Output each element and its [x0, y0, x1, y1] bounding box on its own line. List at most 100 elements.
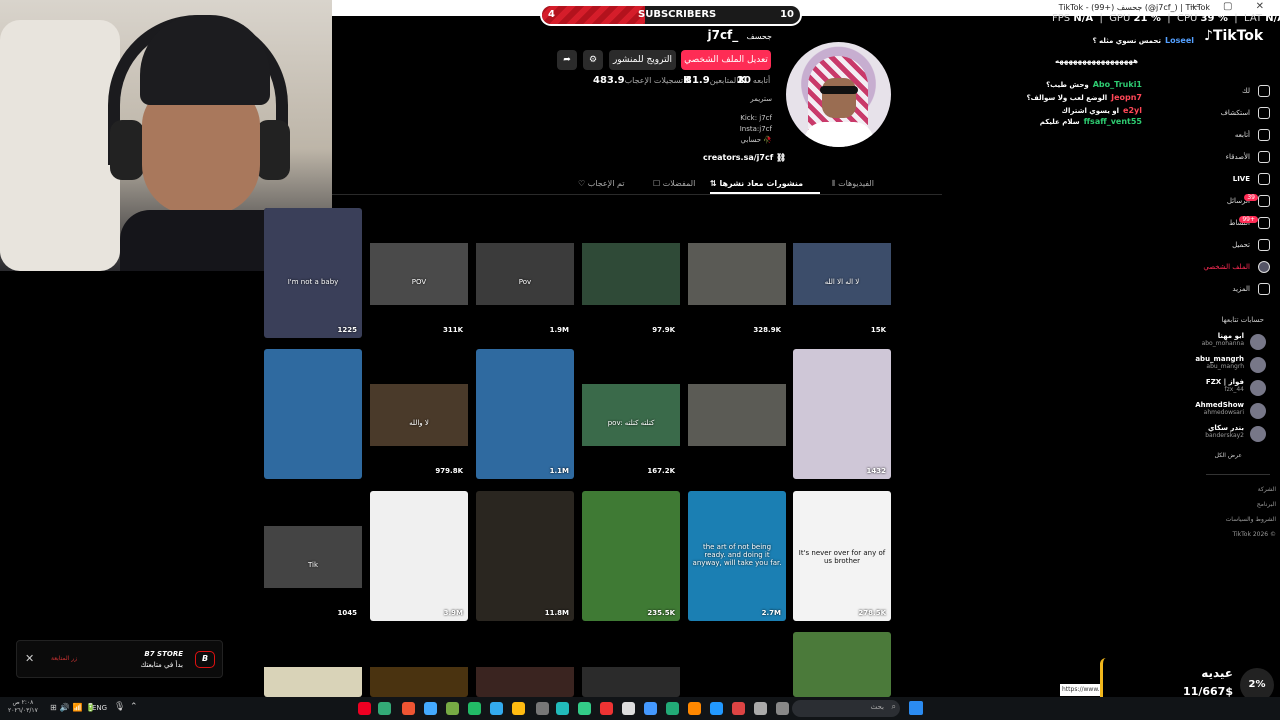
nav-icon [1258, 217, 1270, 229]
video-tile[interactable] [476, 632, 574, 697]
notify-message: بدأ في متابعتك [140, 661, 183, 669]
taskbar: ٢:٠٨ ص ٢٠٢٦/٠٣/١٧ ⊞🔊📶🔋 ENG 🎙 ⌃ بحث ⌕ [0, 697, 1280, 720]
edit-profile-button[interactable]: تعديل الملف الشخصي [681, 50, 771, 70]
view-count: 2.7M [761, 609, 781, 617]
video-tile[interactable]: I'm not a baby 1225 [264, 208, 362, 338]
following-account[interactable]: بندر سكاي banderskay2 [1166, 424, 1266, 446]
sidebar-item[interactable]: استكشاف [1170, 105, 1270, 121]
taskbar-app-icon[interactable] [424, 702, 437, 715]
view-count: 328.9K [753, 326, 781, 334]
taskbar-app-icon[interactable] [666, 702, 679, 715]
taskbar-app-icon[interactable] [556, 702, 569, 715]
notify-brand: B7 STORE [144, 650, 183, 658]
video-tile[interactable]: 235.5K [582, 491, 680, 621]
profile-avatar[interactable] [786, 42, 891, 147]
chat-message: تحمس نسوي مثله ؟ Loseel [1092, 36, 1194, 45]
sidebar-item[interactable]: تحميل [1170, 237, 1270, 253]
nav-icon [1258, 239, 1270, 251]
video-tile[interactable]: POV 311K [370, 208, 468, 338]
video-tile[interactable] [688, 349, 786, 479]
video-thumbnail [370, 667, 468, 697]
video-tile[interactable]: It's never over for any of us brother 278… [793, 491, 891, 621]
taskbar-app-icon[interactable] [536, 702, 549, 715]
video-tile[interactable]: pov: كتلته كتلته 167.2K [582, 349, 680, 479]
window-controls[interactable]: — ▢ ✕ [1190, 1, 1274, 12]
taskbar-app-icon[interactable] [468, 702, 481, 715]
video-tile[interactable] [688, 632, 786, 697]
following-account[interactable]: FZX | فواز fzx_44 [1166, 378, 1266, 400]
video-tile[interactable]: 328.9K [688, 208, 786, 338]
video-tile[interactable]: لا اله الا الله 15K [793, 208, 891, 338]
tab-reposts[interactable]: ⇅ منشورات معاد نشرها [710, 179, 803, 188]
start-button[interactable] [909, 701, 923, 715]
close-icon[interactable]: ✕ [25, 652, 34, 665]
taskbar-app-icon[interactable] [710, 702, 723, 715]
video-tile[interactable]: Tik 1045 [264, 491, 362, 621]
taskbar-app-icon[interactable] [402, 702, 415, 715]
video-tile[interactable] [264, 632, 362, 697]
video-tile[interactable] [582, 632, 680, 697]
taskbar-app-icon[interactable] [622, 702, 635, 715]
promote-post-button[interactable]: الترويج للمنشور [609, 50, 676, 70]
taskbar-clock[interactable]: ٢:٠٨ ص ٢٠٢٦/٠٣/١٧ [8, 699, 38, 715]
video-tile[interactable]: لا والله 979.8K [370, 349, 468, 479]
video-tile[interactable] [793, 632, 891, 697]
video-tile[interactable]: 97.9K [582, 208, 680, 338]
taskbar-app-icon[interactable] [446, 702, 459, 715]
tiktok-logo[interactable]: ♪TikTok [1204, 28, 1263, 44]
taskbar-app-icon[interactable] [754, 702, 767, 715]
sidebar-item[interactable]: المزيد [1170, 281, 1270, 297]
tray-chevron-icon[interactable]: ⌃ [130, 702, 138, 712]
video-thumbnail [370, 491, 468, 621]
tab-favorites[interactable]: ☐ المفضلات [653, 179, 695, 188]
taskbar-app-icon[interactable] [732, 702, 745, 715]
taskbar-app-icon[interactable] [600, 702, 613, 715]
sidebar-item[interactable]: الأصدقاء [1170, 149, 1270, 165]
video-tile[interactable]: 11.8M [476, 491, 574, 621]
taskbar-app-icon[interactable] [490, 702, 503, 715]
taskbar-app-icon[interactable] [776, 702, 789, 715]
mic-icon[interactable]: 🎙 [114, 702, 125, 712]
view-count: 979.8K [435, 467, 463, 475]
taskbar-app-icon[interactable] [358, 702, 371, 715]
taskbar-app-icon[interactable] [512, 702, 525, 715]
sidebar-item[interactable]: LIVE [1170, 171, 1270, 187]
video-tile[interactable]: 1.1M [476, 349, 574, 479]
screen: TikTok - (99+) جحسف (@j7cf_) | TikTok — … [0, 0, 1280, 720]
avatar [1250, 334, 1266, 350]
tab-liked[interactable]: ♡ تم الإعجاب [578, 179, 625, 188]
view-count: 11.8M [544, 609, 569, 617]
language-indicator[interactable]: ENG [92, 704, 107, 712]
video-caption: pov: كتلته كتلته [607, 419, 655, 427]
see-all-link[interactable]: عرض الكل [1180, 452, 1242, 459]
following-account[interactable]: AhmedShow ahmedowsari [1166, 401, 1266, 423]
subscriber-goal-bar: 4 SUBSCRIBERS 10 [540, 4, 802, 26]
following-account[interactable]: ابو مهنا abo_mohanna [1166, 332, 1266, 354]
video-tile[interactable] [264, 349, 362, 479]
taskbar-app-icon[interactable] [688, 702, 701, 715]
video-tile[interactable] [370, 632, 468, 697]
settings-icon[interactable]: ⚙ [583, 50, 603, 70]
share-icon[interactable]: ➦ [557, 50, 577, 70]
video-caption: It's never over for any of us brother [798, 549, 886, 565]
profile-link[interactable]: creators.sa/j7cf ⛓ [703, 153, 786, 162]
taskbar-app-icon[interactable] [378, 702, 391, 715]
video-tile[interactable]: 3.9M [370, 491, 468, 621]
video-tile[interactable]: the art of not being ready. and doing it… [688, 491, 786, 621]
taskbar-search[interactable]: بحث ⌕ [792, 700, 900, 717]
video-tile[interactable]: Pov 1.9M [476, 208, 574, 338]
sidebar-item[interactable]: لك [1170, 83, 1270, 99]
view-count: 1.9M [549, 326, 569, 334]
video-tile[interactable]: 1432 [793, 349, 891, 479]
sidebar-item[interactable]: الملف الشخصي [1170, 259, 1270, 275]
video-thumbnail [264, 349, 362, 479]
following-account[interactable]: abu_mangrh abu_mangrh [1166, 355, 1266, 377]
taskbar-app-icon[interactable] [644, 702, 657, 715]
video-thumbnail [582, 667, 680, 697]
perf-overlay: FPS N/A | GPU 21 % | CPU 39 % | LAT N/A [1052, 13, 1280, 24]
sidebar-item[interactable]: أتابعه [1170, 127, 1270, 143]
tab-videos[interactable]: ⦀ الفيديوهات [832, 179, 874, 189]
nav-icon [1258, 283, 1270, 295]
taskbar-app-icon[interactable] [578, 702, 591, 715]
search-icon: ⌕ [891, 702, 896, 711]
